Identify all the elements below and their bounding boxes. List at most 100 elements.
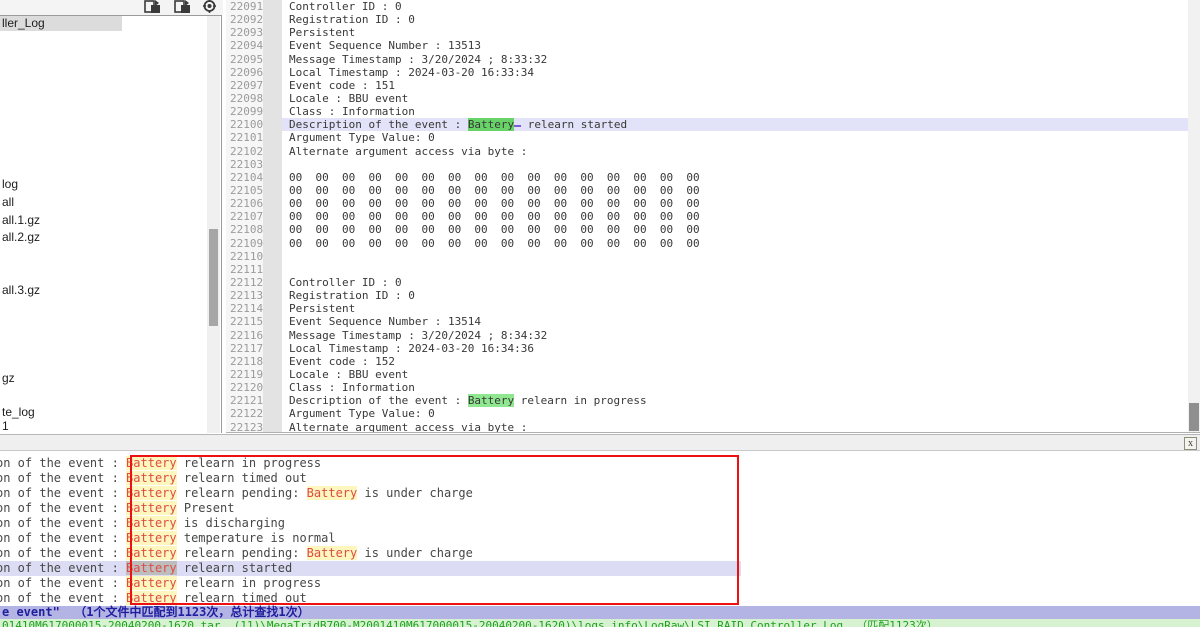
tree-scrollbar-thumb[interactable] bbox=[209, 229, 218, 326]
search-summary-line[interactable]: e event" （1个文件中匹配到1123次，总计查找1次） bbox=[0, 606, 1200, 619]
editor-line[interactable]: 22102 Alternate argument access via byte… bbox=[226, 145, 1200, 158]
bookmark-margin[interactable] bbox=[263, 302, 282, 315]
search-result-row[interactable]: on of the event : Battery relearn pendin… bbox=[0, 486, 1200, 501]
bookmark-margin[interactable] bbox=[263, 53, 282, 66]
editor-line[interactable]: 22108 00 00 00 00 00 00 00 00 00 00 00 0… bbox=[226, 223, 1200, 236]
bookmark-margin[interactable] bbox=[263, 263, 282, 276]
search-result-row[interactable]: on of the event : Battery relearn timed … bbox=[0, 471, 1200, 486]
bookmark-margin[interactable] bbox=[263, 237, 282, 250]
line-text bbox=[282, 250, 1188, 263]
editor-line[interactable]: 22096 Local Timestamp : 2024-03-20 16:33… bbox=[226, 66, 1200, 79]
editor-line[interactable]: 22093 Persistent bbox=[226, 26, 1200, 39]
editor-scrollbar-thumb[interactable] bbox=[1189, 403, 1199, 431]
editor-line[interactable]: 22110 bbox=[226, 250, 1200, 263]
bookmark-margin[interactable] bbox=[263, 315, 282, 328]
bookmark-margin[interactable] bbox=[263, 184, 282, 197]
doc-switch-icon[interactable] bbox=[144, 0, 161, 12]
editor-line[interactable]: 22106 00 00 00 00 00 00 00 00 00 00 00 0… bbox=[226, 197, 1200, 210]
match-battery: Battery bbox=[126, 471, 177, 485]
editor-line[interactable]: 22098 Locale : BBU event bbox=[226, 92, 1200, 105]
search-result-row[interactable]: on of the event : Battery relearn timed … bbox=[0, 591, 1200, 606]
bookmark-margin[interactable] bbox=[263, 158, 282, 171]
search-result-row[interactable]: on of the event : Battery is discharging bbox=[0, 516, 1200, 531]
editor-line[interactable]: 22109 00 00 00 00 00 00 00 00 00 00 00 0… bbox=[226, 237, 1200, 250]
bookmark-margin[interactable] bbox=[263, 13, 282, 26]
editor-line[interactable]: 22099 Class : Information bbox=[226, 105, 1200, 118]
bookmark-margin[interactable] bbox=[263, 197, 282, 210]
bookmark-margin[interactable] bbox=[263, 26, 282, 39]
doc-switch-icon[interactable] bbox=[174, 0, 191, 12]
editor-line[interactable]: 22104 00 00 00 00 00 00 00 00 00 00 00 0… bbox=[226, 171, 1200, 184]
line-text: 00 00 00 00 00 00 00 00 00 00 00 00 00 0… bbox=[282, 210, 1188, 223]
search-result-row[interactable]: on of the event : Battery relearn starte… bbox=[0, 561, 741, 576]
tree-file-item[interactable]: all.1.gz bbox=[2, 213, 40, 228]
search-result-row[interactable]: on of the event : Battery relearn pendin… bbox=[0, 546, 1200, 561]
bookmark-margin[interactable] bbox=[263, 381, 282, 394]
locate-target-icon[interactable] bbox=[201, 0, 218, 12]
bookmark-margin[interactable] bbox=[263, 342, 282, 355]
tree-file-item[interactable]: ller_Log bbox=[0, 16, 122, 31]
bookmark-margin[interactable] bbox=[263, 171, 282, 184]
tree-file-item[interactable]: gz bbox=[2, 371, 15, 386]
editor-line[interactable]: 22100 Description of the event : Battery… bbox=[226, 118, 1200, 131]
bookmark-margin[interactable] bbox=[263, 421, 282, 434]
bookmark-margin[interactable] bbox=[263, 131, 282, 144]
tree-file-item[interactable]: te_log bbox=[2, 405, 35, 420]
search-result-row[interactable]: on of the event : Battery Present bbox=[0, 501, 1200, 516]
editor-line[interactable]: 22122 Argument Type Value: 0 bbox=[226, 407, 1200, 420]
bookmark-margin[interactable] bbox=[263, 329, 282, 342]
editor-line[interactable]: 22114 Persistent bbox=[226, 302, 1200, 315]
editor-line[interactable]: 22116 Message Timestamp : 3/20/2024 ; 8:… bbox=[226, 329, 1200, 342]
editor-line[interactable]: 22119 Locale : BBU event bbox=[226, 368, 1200, 381]
editor-line[interactable]: 22120 Class : Information bbox=[226, 381, 1200, 394]
bookmark-margin[interactable] bbox=[263, 118, 282, 131]
editor-line[interactable]: 22103 bbox=[226, 158, 1200, 171]
editor-line[interactable]: 22107 00 00 00 00 00 00 00 00 00 00 00 0… bbox=[226, 210, 1200, 223]
editor-line[interactable]: 22111 bbox=[226, 263, 1200, 276]
bookmark-margin[interactable] bbox=[263, 223, 282, 236]
bookmark-margin[interactable] bbox=[263, 79, 282, 92]
line-number: 22094 bbox=[226, 39, 263, 52]
editor-line[interactable]: 22123 Alternate argument access via byte… bbox=[226, 421, 1200, 434]
editor-line[interactable]: 22118 Event code : 152 bbox=[226, 355, 1200, 368]
bookmark-margin[interactable] bbox=[263, 66, 282, 79]
editor-line[interactable]: 22112 Controller ID : 0 bbox=[226, 276, 1200, 289]
tree-vertical-scrollbar[interactable] bbox=[207, 16, 220, 433]
bookmark-margin[interactable] bbox=[263, 0, 282, 13]
bookmark-margin[interactable] bbox=[263, 105, 282, 118]
editor-line[interactable]: 22095 Message Timestamp : 3/20/2024 ; 8:… bbox=[226, 53, 1200, 66]
editor-line[interactable]: 22094 Event Sequence Number : 13513 bbox=[226, 39, 1200, 52]
tree-file-item[interactable]: all bbox=[2, 195, 14, 210]
editor-line[interactable]: 22115 Event Sequence Number : 13514 bbox=[226, 315, 1200, 328]
editor-line[interactable]: 22091 Controller ID : 0 bbox=[226, 0, 1200, 13]
tree-file-item[interactable]: all.3.gz bbox=[2, 283, 40, 298]
editor-line[interactable]: 22121 Description of the event : Battery… bbox=[226, 394, 1200, 407]
editor-pane[interactable]: 22091 Controller ID : 0 22092 Registrati… bbox=[226, 0, 1200, 433]
bookmark-margin[interactable] bbox=[263, 289, 282, 302]
search-result-row[interactable]: on of the event : Battery relearn in pro… bbox=[0, 576, 1200, 591]
bookmark-margin[interactable] bbox=[263, 355, 282, 368]
editor-line[interactable]: 22101 Argument Type Value: 0 bbox=[226, 131, 1200, 144]
bookmark-margin[interactable] bbox=[263, 394, 282, 407]
bookmark-margin[interactable] bbox=[263, 145, 282, 158]
tree-file-item[interactable]: 1 bbox=[2, 419, 9, 433]
editor-line[interactable]: 22113 Registration ID : 0 bbox=[226, 289, 1200, 302]
editor-vertical-scrollbar[interactable] bbox=[1188, 0, 1200, 433]
search-result-row[interactable]: on of the event : Battery relearn in pro… bbox=[0, 456, 1200, 471]
bookmark-margin[interactable] bbox=[263, 210, 282, 223]
tree-file-item[interactable]: all.2.gz bbox=[2, 230, 40, 245]
bookmark-margin[interactable] bbox=[263, 276, 282, 289]
close-icon[interactable]: x bbox=[1184, 437, 1197, 450]
bookmark-margin[interactable] bbox=[263, 407, 282, 420]
editor-line[interactable]: 22092 Registration ID : 0 bbox=[226, 13, 1200, 26]
bookmark-margin[interactable] bbox=[263, 368, 282, 381]
editor-line[interactable]: 22097 Event code : 151 bbox=[226, 79, 1200, 92]
bookmark-margin[interactable] bbox=[263, 39, 282, 52]
editor-line[interactable]: 22117 Local Timestamp : 2024-03-20 16:34… bbox=[226, 342, 1200, 355]
search-result-row[interactable]: on of the event : Battery temperature is… bbox=[0, 531, 1200, 546]
bookmark-margin[interactable] bbox=[263, 92, 282, 105]
bookmark-margin[interactable] bbox=[263, 250, 282, 263]
matched-file-path-line[interactable]: 01410M617000015-20040200-1620.tar (11)\M… bbox=[0, 619, 1200, 627]
tree-file-item[interactable]: log bbox=[2, 177, 18, 192]
editor-line[interactable]: 22105 00 00 00 00 00 00 00 00 00 00 00 0… bbox=[226, 184, 1200, 197]
